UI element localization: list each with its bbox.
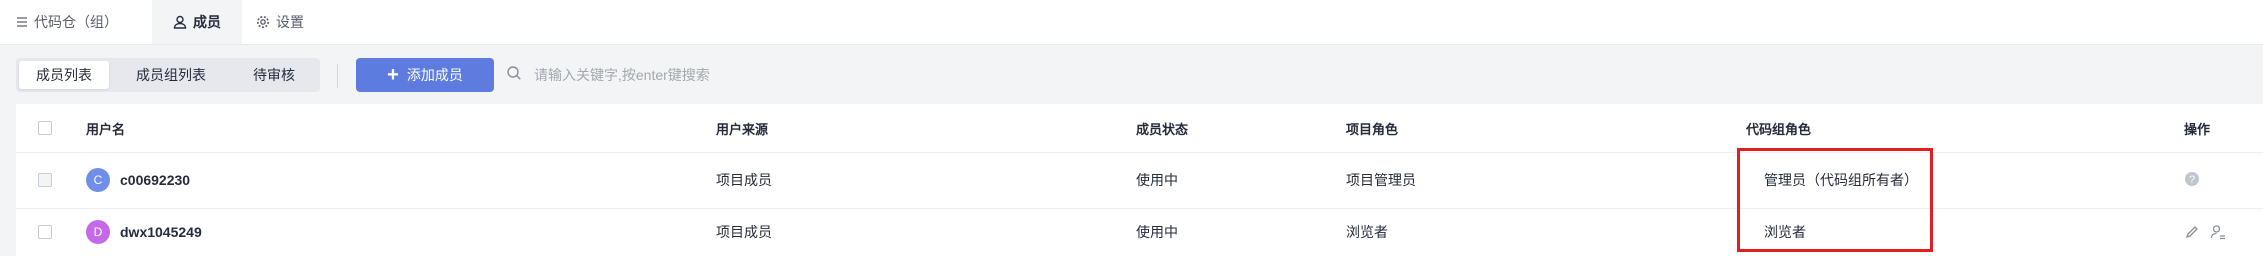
tab-repo-group[interactable]: 代码仓（组） xyxy=(16,0,146,44)
project-role: 浏览者 xyxy=(1346,224,1388,240)
table-header: 用户名 用户来源 成员状态 项目角色 代码组角色 操作 xyxy=(16,104,2263,153)
tab-settings[interactable]: 设置 xyxy=(256,0,336,44)
member-status: 使用中 xyxy=(1136,172,1178,188)
search-input[interactable] xyxy=(532,66,976,84)
add-member-label: 添加成员 xyxy=(406,67,463,83)
top-nav: 代码仓（组） 成员 设置 xyxy=(0,0,2263,45)
table-row: D dwx1045249 项目成员 使用中 浏览者 浏览者 xyxy=(16,208,2263,256)
repo-role: 管理员（代码组所有者） xyxy=(1764,172,1918,188)
add-member-button[interactable]: + 添加成员 xyxy=(356,58,494,92)
col-username: 用户名 xyxy=(86,121,126,137)
segment-pending-review[interactable]: 待审核 xyxy=(232,61,316,89)
member-view-switch: 成员列表 成员组列表 待审核 xyxy=(16,58,320,92)
help-icon[interactable]: ? xyxy=(2184,171,2200,190)
segment-member-group-list[interactable]: 成员组列表 xyxy=(116,61,226,89)
repo-role: 浏览者 xyxy=(1764,224,1806,240)
row-checkbox[interactable] xyxy=(38,173,52,187)
search-icon xyxy=(506,65,522,86)
user-source: 项目成员 xyxy=(716,224,772,240)
username[interactable]: c00692230 xyxy=(120,172,190,188)
avatar: C xyxy=(86,168,110,192)
user-source: 项目成员 xyxy=(716,172,772,188)
tab-members[interactable]: 成员 xyxy=(152,0,242,44)
plus-icon: + xyxy=(387,64,399,86)
divider xyxy=(337,64,338,88)
col-project-role: 项目角色 xyxy=(1346,121,1399,137)
user-icon xyxy=(173,15,187,29)
search-box xyxy=(506,58,1006,92)
col-repo-role: 代码组角色 xyxy=(1746,121,1812,137)
svg-text:?: ? xyxy=(2189,174,2195,186)
edit-icon[interactable] xyxy=(2184,224,2200,240)
user-settings-icon[interactable] xyxy=(2210,224,2226,240)
segment-member-list[interactable]: 成员列表 xyxy=(19,61,109,89)
project-role: 项目管理员 xyxy=(1346,172,1416,188)
row-checkbox[interactable] xyxy=(38,225,52,239)
avatar: D xyxy=(86,220,110,244)
col-status: 成员状态 xyxy=(1136,121,1189,137)
tab-label: 设置 xyxy=(276,14,304,30)
member-table: 用户名 用户来源 成员状态 项目角色 代码组角色 操作 C c00692230 … xyxy=(16,104,2263,256)
list-icon xyxy=(16,16,28,28)
tab-label: 代码仓（组） xyxy=(34,14,118,30)
select-all-checkbox[interactable] xyxy=(38,121,52,135)
table-row: C c00692230 项目成员 使用中 项目管理员 管理员（代码组所有者） ? xyxy=(16,152,2263,209)
col-source: 用户来源 xyxy=(716,121,769,137)
username[interactable]: dwx1045249 xyxy=(120,224,202,240)
member-status: 使用中 xyxy=(1136,224,1178,240)
col-operations: 操作 xyxy=(2184,121,2211,137)
gear-icon xyxy=(256,15,270,29)
tab-label: 成员 xyxy=(193,14,221,30)
